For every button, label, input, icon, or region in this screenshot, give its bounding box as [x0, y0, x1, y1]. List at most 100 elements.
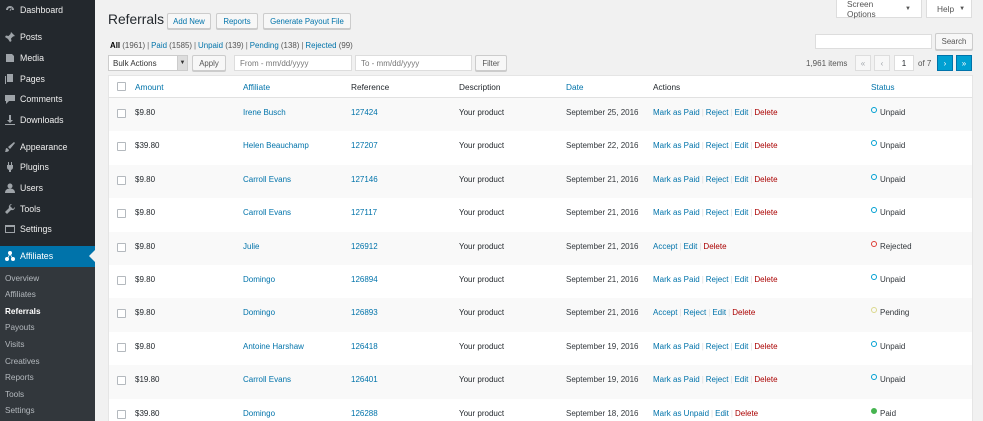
generate-payout-file-button[interactable]: Generate Payout File: [263, 13, 351, 29]
action-edit-link[interactable]: Edit: [735, 140, 749, 152]
from-date-input[interactable]: From - mm/dd/yyyy: [234, 55, 352, 71]
row-checkbox[interactable]: [117, 209, 126, 219]
status-column-sort[interactable]: Status: [871, 81, 895, 93]
action-reject-link[interactable]: Reject: [684, 307, 707, 319]
reference-link[interactable]: 126401: [351, 374, 378, 386]
submenu-item-affiliates[interactable]: Affiliates: [0, 287, 95, 304]
action-edit-link[interactable]: Edit: [735, 107, 749, 119]
menu-item-plugins[interactable]: Plugins: [0, 157, 95, 178]
row-checkbox[interactable]: [117, 376, 126, 386]
row-checkbox[interactable]: [117, 109, 126, 118]
row-checkbox[interactable]: [117, 342, 126, 352]
action-reject-link[interactable]: Reject: [706, 174, 729, 186]
amount-column-sort[interactable]: Amount: [135, 81, 164, 93]
affiliate-link[interactable]: Carroll Evans: [243, 174, 291, 186]
menu-item-users[interactable]: Users: [0, 178, 95, 199]
reference-link[interactable]: 127207: [351, 140, 378, 152]
action-edit-link[interactable]: Edit: [684, 241, 698, 253]
add-new-button[interactable]: Add New: [167, 13, 211, 29]
action-delete-link[interactable]: Delete: [754, 374, 777, 386]
affiliate-link[interactable]: Carroll Evans: [243, 374, 291, 386]
reference-link[interactable]: 126893: [351, 307, 378, 319]
reference-link[interactable]: 126894: [351, 274, 378, 286]
action-reject-link[interactable]: Reject: [706, 374, 729, 386]
row-checkbox[interactable]: [117, 242, 126, 252]
filter-pending[interactable]: Pending (138): [250, 41, 300, 50]
affiliate-link[interactable]: Irene Busch: [243, 107, 286, 119]
menu-item-dashboard[interactable]: Dashboard: [0, 0, 95, 21]
action-delete-link[interactable]: Delete: [732, 307, 755, 319]
row-checkbox[interactable]: [117, 275, 126, 285]
submenu-item-payouts[interactable]: Payouts: [0, 320, 95, 337]
action-edit-link[interactable]: Edit: [735, 374, 749, 386]
filter-unpaid[interactable]: Unpaid (139): [198, 41, 244, 50]
row-checkbox[interactable]: [117, 409, 126, 419]
affiliate-link[interactable]: Domingo: [243, 274, 275, 286]
action-edit-link[interactable]: Edit: [712, 307, 726, 319]
submenu-item-tools[interactable]: Tools: [0, 387, 95, 404]
action-delete-link[interactable]: Delete: [754, 140, 777, 152]
submenu-item-creatives[interactable]: Creatives: [0, 354, 95, 371]
action-edit-link[interactable]: Edit: [735, 341, 749, 353]
action-delete-link[interactable]: Delete: [735, 408, 758, 420]
action-reject-link[interactable]: Reject: [706, 140, 729, 152]
affiliate-link[interactable]: Antoine Harshaw: [243, 341, 304, 353]
action-delete-link[interactable]: Delete: [754, 107, 777, 119]
affiliate-column-sort[interactable]: Affiliate: [243, 81, 270, 93]
row-checkbox[interactable]: [117, 142, 126, 152]
action-accept-link[interactable]: Accept: [653, 307, 677, 319]
action-mark-as-paid-link[interactable]: Mark as Paid: [653, 107, 700, 119]
help-button[interactable]: Help ▼: [926, 0, 972, 18]
submenu-item-settings[interactable]: Settings: [0, 403, 95, 420]
menu-item-pages[interactable]: Pages: [0, 68, 95, 89]
action-reject-link[interactable]: Reject: [706, 107, 729, 119]
current-page-input[interactable]: 1: [894, 55, 914, 71]
submenu-item-overview[interactable]: Overview: [0, 271, 95, 288]
action-mark-as-unpaid-link[interactable]: Mark as Unpaid: [653, 408, 709, 420]
menu-item-comments[interactable]: Comments: [0, 89, 95, 110]
action-reject-link[interactable]: Reject: [706, 274, 729, 286]
action-mark-as-paid-link[interactable]: Mark as Paid: [653, 341, 700, 353]
bulk-actions-select[interactable]: Bulk Actions ▼: [108, 55, 188, 71]
last-page-button[interactable]: »: [956, 55, 972, 71]
action-mark-as-paid-link[interactable]: Mark as Paid: [653, 140, 700, 152]
prev-page-button[interactable]: ‹: [874, 55, 890, 71]
action-delete-link[interactable]: Delete: [754, 174, 777, 186]
reference-link[interactable]: 127146: [351, 174, 378, 186]
reports-button[interactable]: Reports: [216, 13, 258, 29]
search-button[interactable]: Search: [935, 33, 973, 50]
action-delete-link[interactable]: Delete: [754, 207, 777, 219]
menu-item-downloads[interactable]: Downloads: [0, 109, 95, 130]
select-all-checkbox[interactable]: [117, 82, 126, 91]
filter-button[interactable]: Filter: [475, 55, 507, 71]
action-mark-as-paid-link[interactable]: Mark as Paid: [653, 374, 700, 386]
next-page-button[interactable]: ›: [937, 55, 953, 71]
reference-link[interactable]: 127424: [351, 107, 378, 119]
affiliate-link[interactable]: Julie: [243, 241, 259, 253]
action-edit-link[interactable]: Edit: [735, 174, 749, 186]
action-mark-as-paid-link[interactable]: Mark as Paid: [653, 274, 700, 286]
date-column-sort[interactable]: Date: [566, 81, 584, 93]
reference-link[interactable]: 126288: [351, 408, 378, 420]
search-input[interactable]: [815, 34, 932, 49]
row-checkbox[interactable]: [117, 309, 126, 319]
action-reject-link[interactable]: Reject: [706, 207, 729, 219]
apply-button[interactable]: Apply: [192, 55, 226, 71]
action-reject-link[interactable]: Reject: [706, 341, 729, 353]
reference-link[interactable]: 126418: [351, 341, 378, 353]
affiliate-link[interactable]: Helen Beauchamp: [243, 140, 309, 152]
submenu-item-reports[interactable]: Reports: [0, 370, 95, 387]
affiliate-link[interactable]: Domingo: [243, 408, 275, 420]
submenu-item-referrals[interactable]: Referrals: [0, 304, 95, 321]
action-edit-link[interactable]: Edit: [735, 207, 749, 219]
menu-item-media[interactable]: Media: [0, 48, 95, 69]
affiliate-link[interactable]: Carroll Evans: [243, 207, 291, 219]
action-delete-link[interactable]: Delete: [703, 241, 726, 253]
menu-item-tools[interactable]: Tools: [0, 198, 95, 219]
submenu-item-visits[interactable]: Visits: [0, 337, 95, 354]
row-checkbox[interactable]: [117, 175, 126, 185]
action-edit-link[interactable]: Edit: [735, 274, 749, 286]
action-mark-as-paid-link[interactable]: Mark as Paid: [653, 207, 700, 219]
affiliate-link[interactable]: Domingo: [243, 307, 275, 319]
action-accept-link[interactable]: Accept: [653, 241, 677, 253]
